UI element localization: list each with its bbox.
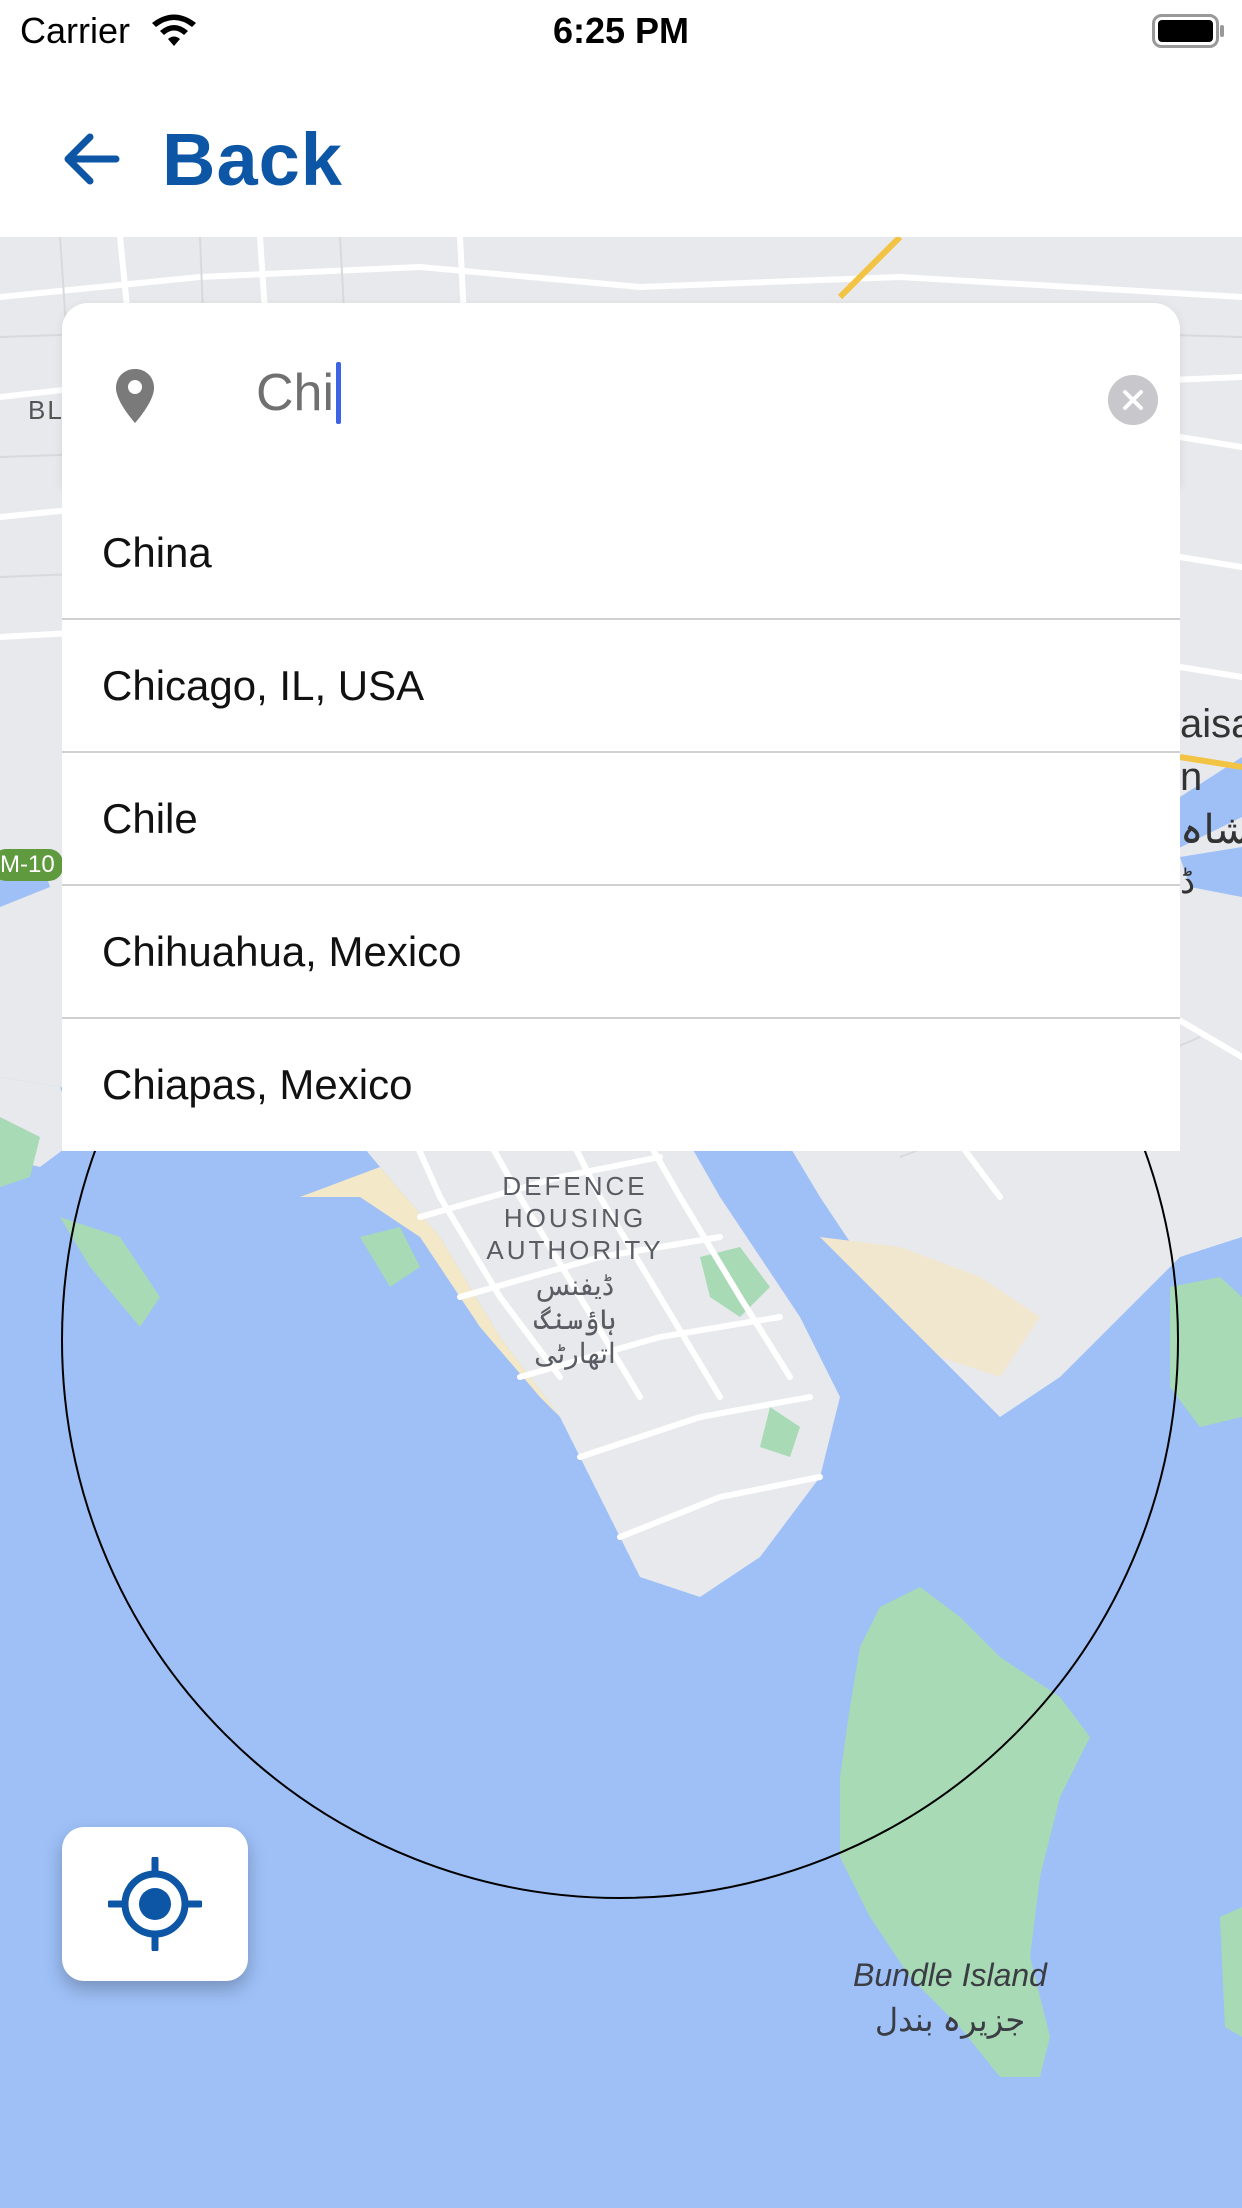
map-edge-label-right-3: شاہ <box>1180 808 1242 852</box>
search-box: Chi <box>62 303 1180 487</box>
search-input-value: Chi <box>256 364 335 422</box>
back-button[interactable]: Back <box>56 114 343 204</box>
location-pin-icon <box>116 369 154 423</box>
suggestion-item[interactable]: Chihuahua, Mexico <box>62 886 1180 1019</box>
dha-label-urdu: ڈیفنس ہاؤسنگ اتھارٹی <box>455 1269 695 1371</box>
suggestion-item[interactable]: Chiapas, Mexico <box>62 1019 1180 1151</box>
suggestion-item[interactable]: Chicago, IL, USA <box>62 620 1180 753</box>
map-edge-label-right-1: aisa <box>1180 702 1242 746</box>
dha-label: DEFENCE HOUSING AUTHORITY <box>455 1170 695 1266</box>
dha-urdu-line-3: اتھارٹی <box>534 1338 616 1369</box>
text-caret <box>336 362 342 424</box>
suggestions-list: China Chicago, IL, USA Chile Chihuahua, … <box>62 487 1180 1151</box>
dha-label-line-1: DEFENCE <box>502 1171 648 1201</box>
map-edge-label-right-2: n <box>1180 755 1203 799</box>
suggestion-item[interactable]: China <box>62 487 1180 620</box>
search-input[interactable]: Chi <box>194 343 342 443</box>
road-badge: M-10 <box>0 849 63 881</box>
dha-urdu-line-2: ہاؤسنگ <box>533 1304 617 1335</box>
dha-label-line-3: AUTHORITY <box>486 1235 664 1265</box>
map-edge-label-left: BL <box>28 395 64 425</box>
screen: Carrier 6:25 PM Back M-10 BL ais n شاہ ڈ… <box>0 0 1242 2208</box>
back-label: Back <box>162 117 343 201</box>
map-edge-label-right-4: ڈ <box>1180 863 1196 901</box>
my-location-button[interactable] <box>62 1827 248 1981</box>
status-bar: Carrier 6:25 PM <box>0 0 1242 62</box>
bundle-island-label-urdu: جزیرہ بندل <box>874 2002 1026 2038</box>
clear-circle-icon[interactable] <box>1108 375 1158 425</box>
nav-bar: Back <box>0 62 1242 237</box>
battery-icon <box>1152 14 1224 48</box>
suggestion-item[interactable]: Chile <box>62 753 1180 886</box>
status-time: 6:25 PM <box>552 10 690 51</box>
bundle-island-label: Bundle Island <box>853 1957 1047 1993</box>
arrow-left-icon <box>64 133 120 185</box>
my-location-icon <box>108 1857 202 1951</box>
dha-urdu-line-1: ڈیفنس <box>535 1270 615 1301</box>
dha-label-line-2: HOUSING <box>503 1203 647 1233</box>
